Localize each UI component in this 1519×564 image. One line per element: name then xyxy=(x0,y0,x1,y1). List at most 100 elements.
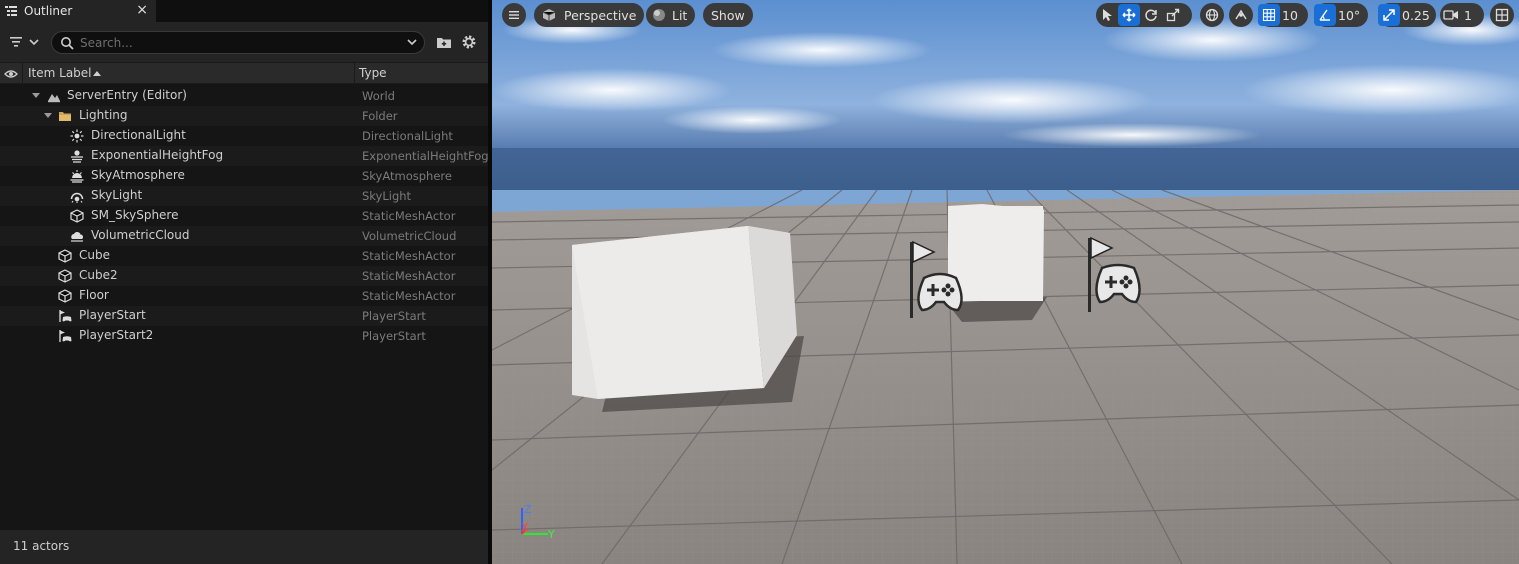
show-button[interactable]: Show xyxy=(703,3,753,27)
outliner-tree: ServerEntry (Editor) World Lighting Folder D… xyxy=(0,86,489,346)
column-type[interactable]: Type xyxy=(359,66,387,80)
viewport-menu-button[interactable] xyxy=(502,3,526,27)
folder-icon xyxy=(59,112,71,121)
grid-snap-toggle[interactable] xyxy=(1258,4,1280,26)
viewport-layout-button[interactable] xyxy=(1490,3,1514,27)
level-viewport[interactable]: Perspective Lit Show 10 10° 0.25 1 Z X Y xyxy=(492,0,1519,564)
row-label: PlayerStart xyxy=(79,308,146,322)
static-mesh-icon xyxy=(58,269,72,283)
row-label: Cube xyxy=(79,248,110,262)
show-label: Show xyxy=(711,7,745,23)
translate-mode-button[interactable] xyxy=(1118,4,1140,26)
camera-speed-button[interactable] xyxy=(1440,4,1462,26)
search-icon xyxy=(61,36,74,50)
table-row[interactable]: VolumetricCloud VolumetricCloud xyxy=(0,226,488,246)
sky-atmosphere-icon xyxy=(70,170,84,183)
axis-gizmo: Z X Y xyxy=(521,503,555,541)
row-label: SM_SkySphere xyxy=(91,208,179,222)
cube-actor[interactable] xyxy=(572,226,804,412)
row-label: ExponentialHeightFog xyxy=(91,148,224,162)
coordinate-space-button[interactable] xyxy=(1200,3,1224,27)
close-icon[interactable]: × xyxy=(136,2,148,18)
camera-speed-group[interactable]: 1 xyxy=(1440,3,1484,27)
grid-icon xyxy=(1262,8,1276,22)
axis-y-label: Y xyxy=(547,528,555,541)
expand-arrow-icon[interactable] xyxy=(32,93,40,98)
cube-icon xyxy=(542,9,556,21)
axis-x-label: X xyxy=(521,521,529,534)
row-type: StaticMeshActor xyxy=(362,209,456,223)
grid-snap-group: 10 xyxy=(1258,3,1308,27)
globe-icon xyxy=(1205,8,1219,22)
table-row[interactable]: DirectionalLight DirectionalLight xyxy=(0,126,488,146)
scale-snap-icon xyxy=(1383,9,1395,21)
tab-bar: Outliner × xyxy=(0,0,488,22)
table-row[interactable]: PlayerStart2 PlayerStart xyxy=(0,326,488,346)
grid-snap-value[interactable]: 10 xyxy=(1282,8,1298,23)
column-header: Item Label Type xyxy=(0,62,488,85)
expand-arrow-icon[interactable] xyxy=(44,113,52,118)
chevron-down-icon[interactable] xyxy=(406,36,418,48)
directional-light-icon xyxy=(70,129,84,143)
tab-outliner[interactable]: Outliner × xyxy=(0,0,156,22)
row-label: SkyLight xyxy=(91,188,143,202)
lit-button[interactable]: Lit xyxy=(646,3,696,27)
row-type: StaticMeshActor xyxy=(362,289,456,303)
row-label: ServerEntry (Editor) xyxy=(67,88,187,102)
table-row[interactable]: PlayerStart PlayerStart xyxy=(0,306,488,326)
table-row[interactable]: SM_SkySphere StaticMeshActor xyxy=(0,206,488,226)
table-row[interactable]: ServerEntry (Editor) World xyxy=(0,86,488,106)
tab-title: Outliner xyxy=(24,4,73,18)
table-row[interactable]: Lighting Folder xyxy=(0,106,488,126)
row-label: Lighting xyxy=(79,108,128,122)
row-type: StaticMeshActor xyxy=(362,269,456,283)
column-item-label[interactable]: Item Label xyxy=(28,66,92,80)
table-row[interactable]: SkyLight SkyLight xyxy=(0,186,488,206)
rotation-snap-group: 10° xyxy=(1314,3,1368,27)
outliner-toolbar xyxy=(0,22,488,62)
row-type: SkyAtmosphere xyxy=(362,169,452,183)
scale-mode-button[interactable] xyxy=(1162,4,1184,26)
table-row[interactable]: Cube2 StaticMeshActor xyxy=(0,266,488,286)
eye-icon[interactable] xyxy=(4,67,18,81)
static-mesh-icon xyxy=(58,289,72,303)
perspective-button[interactable]: Perspective xyxy=(534,3,645,27)
surface-snap-button[interactable] xyxy=(1229,3,1253,27)
transform-tools xyxy=(1096,3,1192,27)
layout-icon xyxy=(1495,8,1509,22)
filter-icon xyxy=(10,37,22,47)
fog-icon xyxy=(71,150,83,163)
add-folder-icon[interactable] xyxy=(436,34,452,50)
scale-snap-group: 0.25 xyxy=(1378,3,1436,27)
lit-label: Lit xyxy=(672,7,688,23)
rotation-snap-value[interactable]: 10° xyxy=(1338,8,1360,23)
cursor-icon xyxy=(1103,9,1112,21)
select-mode-button[interactable] xyxy=(1096,4,1118,26)
gear-icon[interactable] xyxy=(461,34,477,50)
row-label: Floor xyxy=(79,288,109,302)
outliner-panel: Outliner × Search... Item Label Type Ser… xyxy=(0,0,489,564)
row-type: StaticMeshActor xyxy=(362,249,456,263)
scale-snap-value[interactable]: 0.25 xyxy=(1402,8,1430,23)
move-icon xyxy=(1122,8,1136,22)
camera-icon xyxy=(1443,10,1458,20)
table-row[interactable]: SkyAtmosphere SkyAtmosphere xyxy=(0,166,488,186)
rotation-snap-toggle[interactable] xyxy=(1314,4,1336,26)
scale-snap-toggle[interactable] xyxy=(1378,4,1400,26)
table-row[interactable]: ExponentialHeightFog ExponentialHeightFog xyxy=(0,146,489,166)
filter-button[interactable] xyxy=(8,34,44,50)
row-type: SkyLight xyxy=(362,189,412,203)
table-row[interactable]: Floor StaticMeshActor xyxy=(0,286,488,306)
sort-ascending-icon xyxy=(93,71,101,76)
row-label: Cube2 xyxy=(79,268,118,282)
viewport-scene[interactable] xyxy=(492,0,1519,564)
sky-light-icon xyxy=(70,192,84,203)
row-type: VolumetricCloud xyxy=(362,229,457,243)
chevron-down-icon xyxy=(29,39,39,46)
search-input[interactable] xyxy=(80,35,400,50)
table-row[interactable]: Cube StaticMeshActor xyxy=(0,246,488,266)
rotate-mode-button[interactable] xyxy=(1140,4,1162,26)
axis-z-label: Z xyxy=(524,503,532,516)
lit-sphere-icon xyxy=(653,9,665,21)
status-bar: 11 actors xyxy=(0,530,488,564)
